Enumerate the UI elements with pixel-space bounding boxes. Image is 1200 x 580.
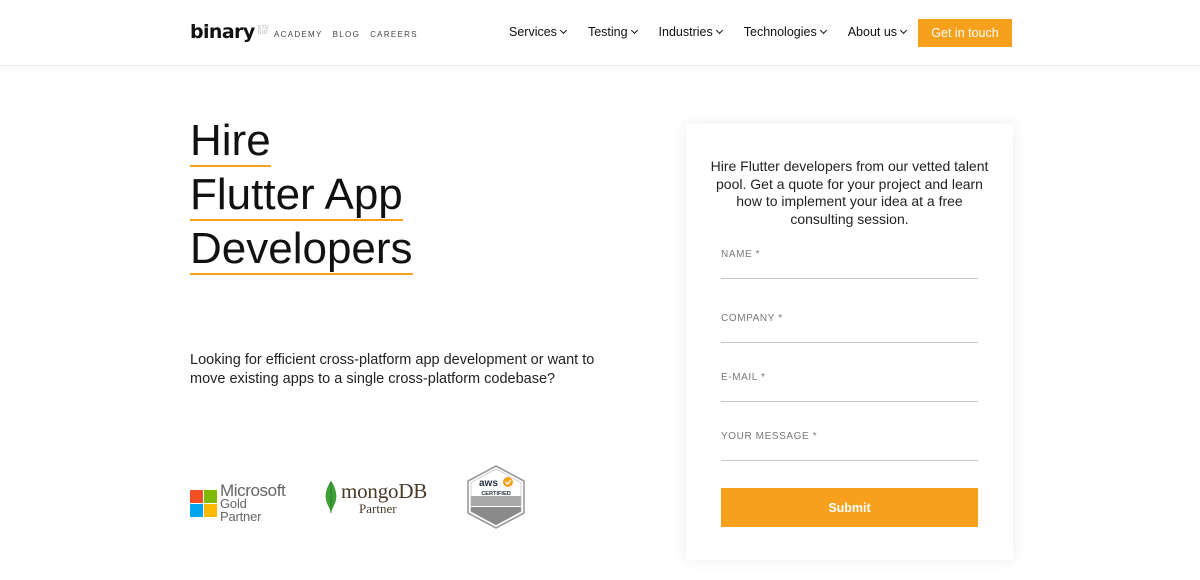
submit-button[interactable]: Submit [721,488,978,527]
nav-link-academy[interactable]: ACADEMY [274,30,323,39]
nav-label: Industries [658,25,713,39]
nav-technologies[interactable]: Technologies [743,25,827,39]
nav-label: About us [847,25,898,39]
name-label: NAME * [721,249,761,260]
logo-sub: STU DIO [258,26,270,36]
get-in-touch-button[interactable]: Get in touch [918,19,1012,47]
contact-form-card: Hire Flutter developers from our vetted … [686,124,1013,560]
nav-label: Services [509,25,557,39]
chevron-down-icon [900,26,908,35]
message-field[interactable]: YOUR MESSAGE * [721,429,978,461]
logo[interactable]: binary STU DIO [190,20,269,46]
title-line: Developers [190,224,413,275]
nav-link-blog[interactable]: BLOG [333,30,360,39]
chevron-down-icon [559,26,567,35]
secondary-nav: ACADEMY BLOG CAREERS [274,30,428,39]
mongodb-leaf-icon [325,481,337,513]
main-nav: Services Testing Industries Technologies… [509,25,928,39]
intro-text: Looking for efficient cross-platform app… [190,352,595,387]
message-label: YOUR MESSAGE * [721,431,818,442]
mongodb-partner-logo: mongoDB Partner [323,480,427,515]
nav-services[interactable]: Services [509,25,567,39]
logo-sub-line: DIO [257,30,269,36]
chevron-down-icon [819,26,827,35]
page-title: Hire Flutter App Developers [190,118,413,280]
site-header: binary STU DIO ACADEMY BLOG CAREERS Serv… [0,0,1200,66]
email-field[interactable]: E-MAIL * [721,370,978,402]
svg-text:CERTIFIED: CERTIFIED [481,491,511,497]
email-label: E-MAIL * [721,372,766,383]
nav-link-careers[interactable]: CAREERS [370,30,418,39]
title-line: Flutter App [190,170,403,221]
mongodb-partner-label: Partner [359,501,397,516]
name-field[interactable]: NAME * [721,247,978,279]
logo-word: binary [190,21,255,43]
nav-testing[interactable]: Testing [587,25,638,39]
gold-partner-label: Gold Partner [220,496,262,524]
nav-industries[interactable]: Industries [658,25,723,39]
company-label: COMPANY * [721,313,783,324]
microsoft-icon [190,490,217,517]
mongodb-label: mongoDB [341,479,428,503]
chevron-down-icon [630,26,638,35]
nav-about-us[interactable]: About us [847,25,908,39]
chevron-down-icon [715,26,723,35]
nav-label: Testing [587,25,628,39]
title-line: Hire [190,116,271,167]
microsoft-gold-partner-logo: Microsoft Gold Partner [190,482,286,524]
aws-certified-badge-icon: aws CERTIFIED [467,465,525,529]
company-field[interactable]: COMPANY * [721,311,978,343]
nav-label: Technologies [743,25,817,39]
form-intro: Hire Flutter developers from our vetted … [710,158,989,227]
svg-text:aws: aws [479,478,498,489]
